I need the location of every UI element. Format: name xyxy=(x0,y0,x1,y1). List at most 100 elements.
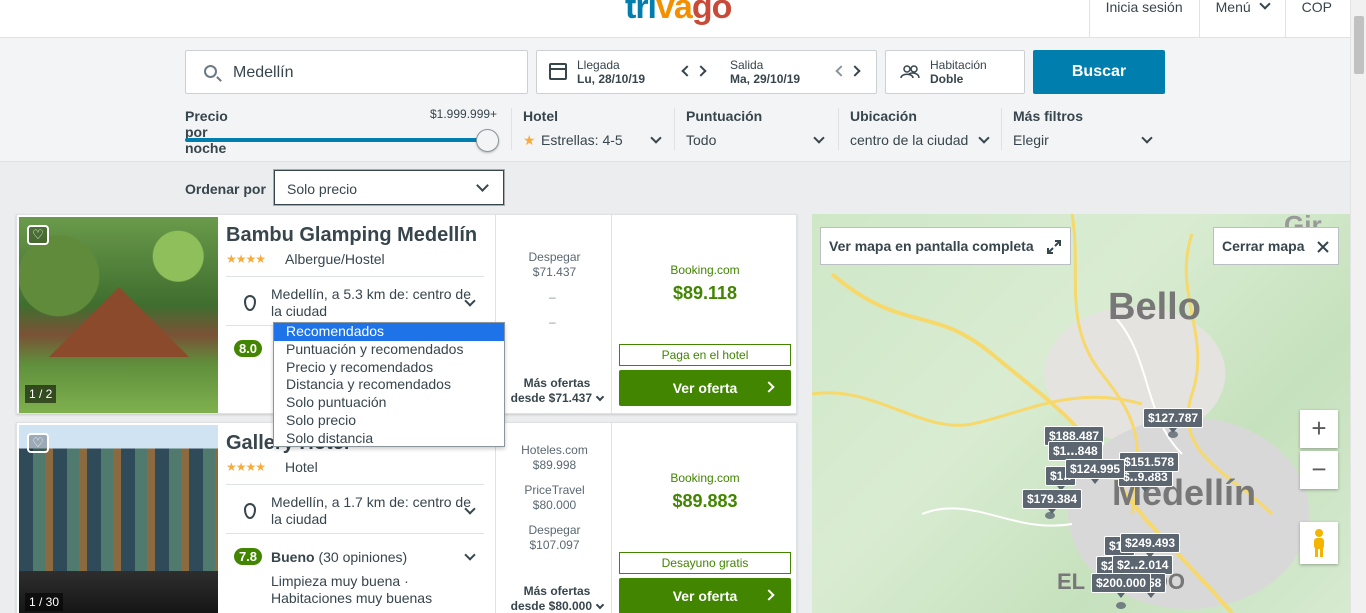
chevron-down-icon xyxy=(1258,0,1271,10)
login-link[interactable]: Inicia sesión xyxy=(1088,0,1199,38)
room-selector[interactable]: Habitación Doble xyxy=(885,50,1025,94)
checkout-label: Salida xyxy=(730,58,764,72)
map-price-pin[interactable]: $151.578 xyxy=(1119,452,1180,477)
currency-selector[interactable]: COP xyxy=(1284,0,1350,38)
divider xyxy=(1001,108,1002,150)
more-offers-label: Más ofertas xyxy=(523,584,591,598)
logo-part-2: va xyxy=(656,0,693,26)
logo-part-3: go xyxy=(691,0,733,26)
sort-select[interactable]: Solo precio xyxy=(273,169,505,206)
star-rating: ★★★★ xyxy=(226,460,266,474)
score-filter[interactable]: Puntuación Todo xyxy=(686,108,831,152)
map-pin-dot[interactable] xyxy=(1168,431,1178,438)
heart-icon[interactable]: ♡ xyxy=(27,225,49,245)
close-map-button[interactable]: Cerrar mapa xyxy=(1213,227,1340,265)
partner-price: $80.000 xyxy=(532,498,577,512)
calendar-icon xyxy=(549,63,567,80)
price-slider-track[interactable] xyxy=(185,138,485,142)
date-picker[interactable]: Llegada Lu, 28/10/19 Salida Ma, 29/10/19 xyxy=(536,50,877,94)
checkin-next-icon[interactable] xyxy=(695,65,707,77)
checkout-value[interactable]: Ma, 29/10/19 xyxy=(730,72,800,86)
partner-offer[interactable]: Hoteles.com $89.998 xyxy=(497,443,612,473)
sort-option[interactable]: Solo distancia xyxy=(274,430,504,448)
chevron-down-icon[interactable] xyxy=(464,549,476,561)
hotel-filter-label: Hotel xyxy=(523,108,558,124)
price-slider-handle[interactable] xyxy=(476,129,499,152)
sort-option[interactable]: Distancia y recomendados xyxy=(274,376,504,394)
view-deal-label: Ver oferta xyxy=(672,380,738,396)
map-price-pin[interactable]: $200.000 xyxy=(1091,573,1152,598)
partner-offer[interactable]: Despegar $107.097 xyxy=(497,523,612,553)
more-offers-from: desde $71.437 xyxy=(510,391,593,405)
destination-input[interactable]: Medellín xyxy=(185,50,528,94)
checkin-value[interactable]: Lu, 28/10/19 xyxy=(577,72,645,86)
menu-button[interactable]: Menú xyxy=(1198,0,1285,38)
page-scrollbar[interactable] xyxy=(1350,0,1366,613)
more-offers-price: desde $80.000 xyxy=(497,599,617,613)
photo-counter: 1 / 2 xyxy=(25,385,57,403)
map-price-pin[interactable]: $179.384 xyxy=(1022,489,1083,514)
best-deal-price[interactable]: $89.883 xyxy=(619,491,791,512)
sort-option[interactable]: Solo precio xyxy=(274,412,504,430)
divider xyxy=(495,423,496,613)
hotel-photo[interactable]: ♡ 1 / 2 xyxy=(19,217,218,413)
score-filter-label: Puntuación xyxy=(686,108,763,124)
hotel-name[interactable]: Bambu Glamping Medellín xyxy=(226,224,477,247)
zoom-out-button[interactable]: − xyxy=(1300,451,1338,489)
best-deal-site: Booking.com xyxy=(670,471,740,485)
view-deal-button[interactable]: Ver oferta xyxy=(619,578,791,613)
checkin-prev-icon[interactable] xyxy=(681,65,693,77)
results-map[interactable]: Gir Bello Medellín EL DO xyxy=(812,214,1350,613)
map-price-pin[interactable]: $249.493 xyxy=(1120,533,1181,558)
partner-offer[interactable]: PriceTravel $80.000 xyxy=(497,483,612,513)
location-filter[interactable]: Ubicación centro de la ciudad xyxy=(850,108,995,152)
rating-summary[interactable]: Bueno (30 opiniones) xyxy=(271,549,407,565)
hotel-location[interactable]: Medellín, a 1.7 km de: centro de la ciud… xyxy=(271,494,471,528)
hotel-filter[interactable]: Hotel ★ Estrellas: 4-5 xyxy=(523,108,668,152)
map-price-pin[interactable]: $124.995 xyxy=(1065,459,1126,484)
score-filter-value: Todo xyxy=(686,132,717,148)
location-pin-icon xyxy=(244,503,256,519)
map-pin-dot[interactable] xyxy=(1116,602,1126,609)
sort-option[interactable]: Precio y recomendados xyxy=(274,359,504,377)
hotel-photo[interactable]: ♡ 1 / 30 xyxy=(19,425,218,613)
trivago-logo[interactable]: trivago xyxy=(625,0,733,27)
menu-label: Menú xyxy=(1215,0,1251,15)
map-price-pin[interactable]: $127.787 xyxy=(1143,408,1204,433)
zoom-in-button[interactable]: + xyxy=(1300,410,1338,448)
map-price-pin[interactable]: $1‥.848 xyxy=(1048,441,1103,466)
scrollbar-thumb[interactable] xyxy=(1354,16,1364,74)
divider xyxy=(838,108,839,150)
fullscreen-map-button[interactable]: Ver mapa en pantalla completa xyxy=(820,227,1071,265)
best-deal-price[interactable]: $89.118 xyxy=(619,283,791,304)
hotel-location[interactable]: Medellín, a 5.3 km de: centro de la ciud… xyxy=(271,286,471,320)
room-value: Doble xyxy=(930,72,964,86)
fullscreen-map-label: Ver mapa en pantalla completa xyxy=(829,238,1034,254)
partner-name: Despegar xyxy=(528,250,581,264)
more-offers-link[interactable]: Más ofertas desde $80.000 xyxy=(497,584,617,613)
more-offers-link[interactable]: Más ofertas desde $71.437 xyxy=(497,376,617,406)
map-price-pin[interactable]: $2‥2.014 xyxy=(1112,555,1174,580)
more-filters-label: Más filtros xyxy=(1013,108,1084,124)
street-view-button[interactable] xyxy=(1300,522,1338,564)
sort-dropdown[interactable]: Recomendados Puntuación y recomendados P… xyxy=(273,322,505,447)
partner-offer[interactable]: Despegar $71.437 xyxy=(497,250,612,280)
room-label: Habitación xyxy=(930,58,987,72)
price-filter-label: Precio por noche xyxy=(185,108,228,156)
hotel-type: Hotel xyxy=(285,459,318,475)
checkout-next-icon[interactable] xyxy=(849,65,861,77)
map-pin-dot[interactable] xyxy=(1045,512,1055,519)
location-filter-label: Ubicación xyxy=(850,108,917,124)
chevron-down-icon xyxy=(813,132,825,144)
checkout-prev-icon[interactable] xyxy=(835,65,847,77)
more-filters[interactable]: Más filtros Elegir xyxy=(1013,108,1158,152)
sort-option[interactable]: Puntuación y recomendados xyxy=(274,341,504,359)
search-button[interactable]: Buscar xyxy=(1033,50,1165,94)
heart-icon[interactable]: ♡ xyxy=(27,433,49,453)
chevron-down-icon xyxy=(650,132,662,144)
hotel-filter-value: Estrellas: 4-5 xyxy=(541,132,623,148)
view-deal-button[interactable]: Ver oferta xyxy=(619,370,791,406)
sort-option[interactable]: Recomendados xyxy=(274,323,504,341)
sort-option[interactable]: Solo puntuación xyxy=(274,394,504,412)
star-rating: ★★★★ xyxy=(226,252,266,266)
